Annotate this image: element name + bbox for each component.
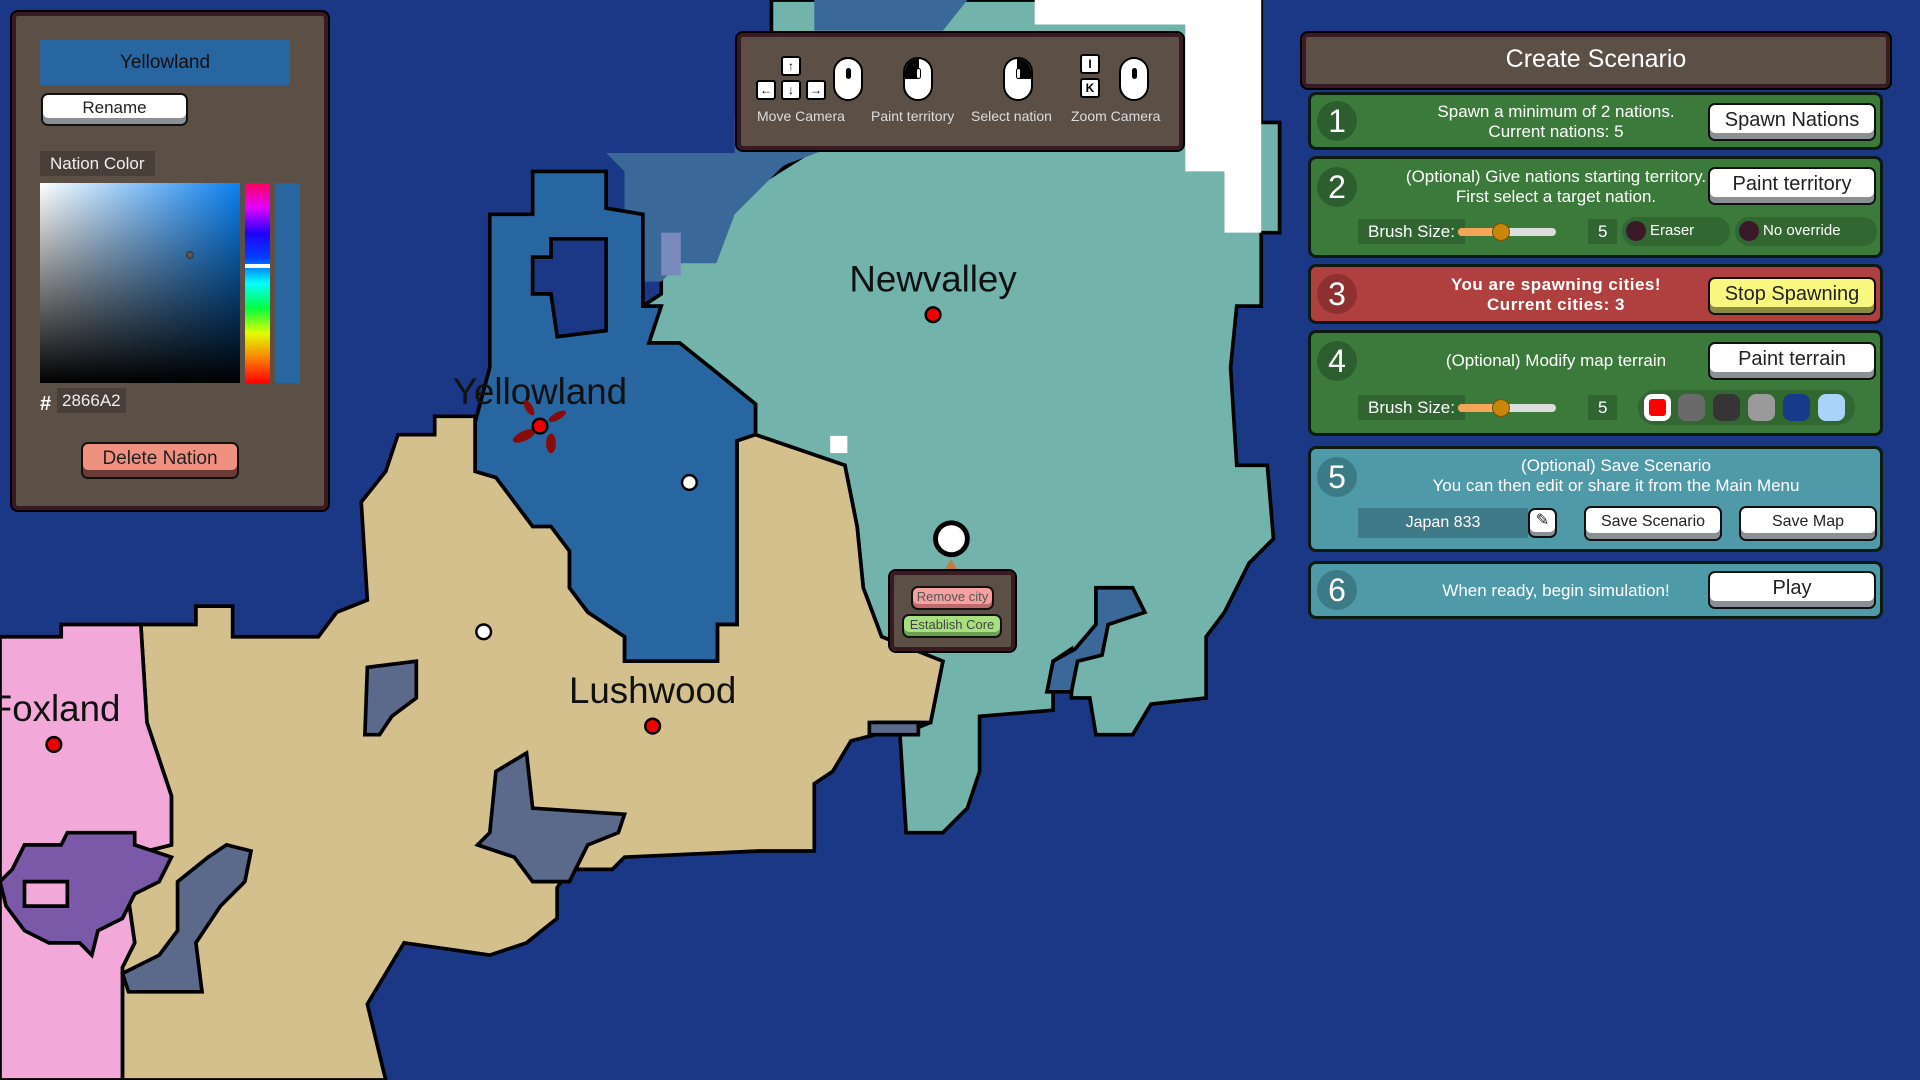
lake: [22, 879, 70, 908]
city-capital[interactable]: [924, 306, 942, 324]
pencil-icon: ✎: [1535, 512, 1550, 529]
i-key-icon: I: [1080, 54, 1100, 74]
nation-color-label: Nation Color: [40, 151, 155, 176]
step-6-text: When ready, begin simulation!: [1442, 581, 1670, 600]
play-button[interactable]: Play: [1708, 571, 1876, 609]
color-preview: [275, 183, 300, 383]
paint-territory-label: Paint territory: [871, 108, 955, 124]
stop-spawning-button[interactable]: Stop Spawning: [1708, 277, 1876, 315]
no-override-toggle[interactable]: No override: [1735, 217, 1877, 246]
brush-size-label: Brush Size:: [1358, 219, 1465, 244]
zoom-camera-label: Zoom Camera: [1071, 108, 1161, 124]
city[interactable]: [680, 473, 698, 492]
step-number: 3: [1317, 274, 1357, 314]
terrain-swatch[interactable]: [1783, 394, 1810, 421]
label-yellowland: Yellowland: [453, 371, 627, 412]
brush-size-value: 5: [1588, 395, 1618, 420]
step-3-section: 3 You are spawning cities! Current cities…: [1308, 264, 1883, 324]
step-number: 1: [1317, 101, 1357, 141]
hill-terrain: [661, 232, 681, 276]
selection-marker: [830, 435, 848, 454]
step-5-text: (Optional) Save Scenario You can then edi…: [1432, 456, 1800, 495]
brush-size-slider[interactable]: [1458, 223, 1556, 241]
highland-terrain: [814, 0, 968, 31]
step-3-text: You are spawning cities! Current cities: …: [1450, 275, 1662, 314]
eraser-toggle[interactable]: Eraser: [1622, 217, 1730, 246]
step-4-text: (Optional) Modify map terrain: [1445, 351, 1667, 370]
nation-name: Yellowland: [40, 40, 290, 85]
label-lushwood: Lushwood: [569, 670, 736, 711]
paint-territory-button[interactable]: Paint territory: [1708, 167, 1876, 205]
terrain-swatch-selected[interactable]: [1644, 394, 1671, 421]
delete-nation-button[interactable]: Delete Nation: [81, 442, 239, 479]
scenario-name-input[interactable]: Japan 833: [1358, 508, 1528, 538]
k-key-icon: K: [1080, 78, 1100, 98]
arrow-left-key-icon: ←: [756, 80, 776, 100]
terrain-swatch[interactable]: [1748, 394, 1775, 421]
step-5-section: 5 (Optional) Save Scenario You can then e…: [1308, 446, 1883, 552]
step-4-section: 4 (Optional) Modify map terrain Paint te…: [1308, 330, 1883, 436]
terrain-brush-slider[interactable]: [1458, 399, 1556, 417]
save-map-button[interactable]: Save Map: [1739, 506, 1877, 541]
label-foxland: Foxland: [0, 688, 120, 729]
step-number: 6: [1317, 570, 1357, 610]
terrain-swatch[interactable]: [1678, 394, 1705, 421]
hue-handle[interactable]: [245, 264, 270, 268]
step-number: 4: [1317, 341, 1357, 381]
brush-size-value: 5: [1588, 219, 1618, 244]
city-popup: Remove city Establish Core: [888, 569, 1017, 653]
save-scenario-button[interactable]: Save Scenario: [1584, 506, 1722, 541]
arrow-up-key-icon: ↑: [781, 56, 801, 76]
terrain-palette: [1638, 390, 1855, 425]
mountain-terrain: [867, 720, 921, 737]
mouse-middle-icon: [833, 57, 863, 101]
step-number: 5: [1317, 457, 1357, 497]
city-selected[interactable]: [933, 520, 970, 558]
color-saturation-picker[interactable]: [40, 183, 240, 383]
mouse-scroll-icon: [1119, 57, 1149, 101]
terrain-swatch[interactable]: [1713, 394, 1740, 421]
color-picker-handle[interactable]: [186, 251, 194, 259]
city-capital[interactable]: [531, 417, 549, 435]
step-1-text: Spawn a minimum of 2 nations. Current nat…: [1437, 102, 1675, 141]
city-capital[interactable]: [644, 717, 662, 735]
paint-terrain-button[interactable]: Paint terrain: [1708, 342, 1876, 380]
establish-core-button[interactable]: Establish Core: [902, 614, 1002, 638]
step-6-section: 6 When ready, begin simulation! Play: [1308, 561, 1883, 619]
edit-name-button[interactable]: ✎: [1528, 508, 1557, 538]
radio-icon: [1739, 221, 1759, 241]
label-newvalley: Newvalley: [849, 258, 1017, 299]
controls-help-panel: ↑ ← ↓ → I K Move Camera Paint territory …: [735, 31, 1185, 152]
step-2-text: (Optional) Give nations starting territo…: [1405, 167, 1707, 206]
slider-knob[interactable]: [1492, 223, 1510, 241]
radio-icon: [1626, 221, 1646, 241]
remove-city-button[interactable]: Remove city: [911, 586, 994, 610]
select-nation-label: Select nation: [971, 108, 1052, 124]
move-camera-label: Move Camera: [757, 108, 845, 124]
step-1-section: 1 Spawn a minimum of 2 nations. Current n…: [1308, 92, 1883, 150]
hash-symbol: #: [40, 393, 52, 415]
hue-slider[interactable]: [245, 183, 270, 383]
slider-knob[interactable]: [1492, 399, 1510, 417]
hex-color-input[interactable]: 2866A2: [57, 388, 126, 413]
city-capital[interactable]: [45, 735, 63, 754]
create-scenario-header: Create Scenario: [1300, 31, 1892, 90]
city[interactable]: [475, 623, 493, 641]
brush-size-label: Brush Size:: [1358, 395, 1465, 420]
mouse-right-click-icon: [1003, 57, 1033, 101]
step-2-section: 2 (Optional) Give nations starting terri…: [1308, 156, 1883, 258]
spawn-nations-button[interactable]: Spawn Nations: [1708, 103, 1876, 141]
nation-panel: Yellowland Rename Nation Color # 2866A2 …: [10, 10, 330, 512]
mouse-left-click-icon: [903, 57, 933, 101]
popup-pointer-icon: [944, 559, 958, 571]
terrain-swatch[interactable]: [1818, 394, 1845, 421]
arrow-right-key-icon: →: [806, 80, 826, 100]
arrow-down-key-icon: ↓: [781, 80, 801, 100]
rename-button[interactable]: Rename: [41, 93, 188, 126]
step-number: 2: [1317, 167, 1357, 207]
